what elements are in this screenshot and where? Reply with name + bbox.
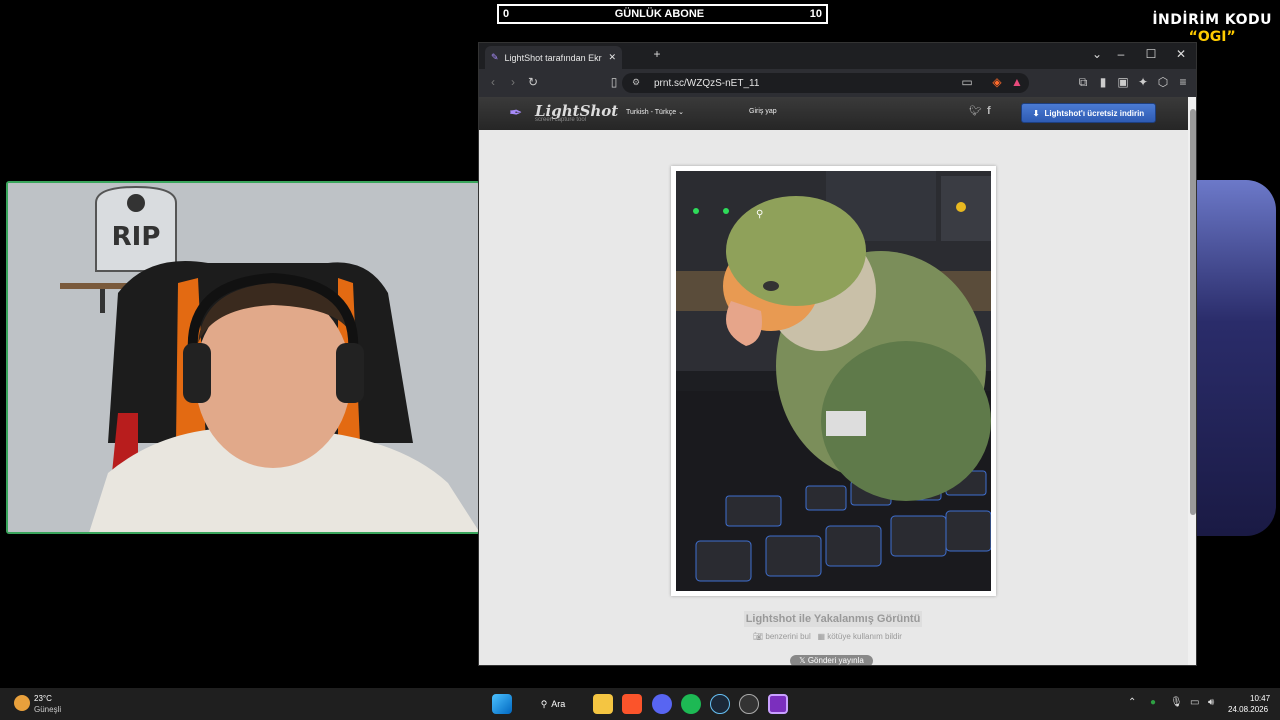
maximize-icon[interactable]: ☐ bbox=[1141, 47, 1161, 61]
webcam-scene: RIP bbox=[8, 183, 478, 532]
report-abuse-link[interactable]: kötüye kullanım bildir bbox=[827, 632, 902, 641]
download-icon: ⬇ bbox=[1032, 108, 1040, 118]
scrollbar-thumb[interactable] bbox=[1190, 109, 1196, 515]
cast-icon[interactable]: ▭ bbox=[959, 75, 975, 89]
sidebar-icon[interactable]: ▮ bbox=[1095, 75, 1111, 89]
leo-ai-icon[interactable]: ✦ bbox=[1135, 75, 1151, 89]
tab-list-chevron-icon[interactable]: ⌄ bbox=[1087, 47, 1107, 61]
vpn-icon[interactable]: ⬡ bbox=[1155, 75, 1171, 89]
weather-temperature[interactable]: 23°C bbox=[34, 694, 52, 703]
spotify-icon[interactable] bbox=[681, 694, 701, 714]
download-button-label: Lightshot'ı ücretsiz indirin bbox=[1044, 108, 1145, 118]
browser-window: ✎ LightShot tarafından Ekran Görü ✕ + ⌄ … bbox=[478, 42, 1197, 666]
promo-code-overlay: İNDİRİM KODU “OGI” bbox=[1152, 12, 1272, 46]
twitter-icon[interactable]: 🐦︎ bbox=[969, 106, 982, 117]
sub-count-goal: 10 bbox=[809, 8, 822, 20]
volume-icon[interactable]: 🔊︎ bbox=[1208, 697, 1214, 708]
network-icon[interactable]: ▭ bbox=[1190, 697, 1199, 708]
clock-date[interactable]: 24.08.2026 bbox=[1228, 705, 1268, 714]
tray-overflow-icon[interactable]: ⌃ bbox=[1128, 697, 1136, 708]
tab-title: LightShot tarafından Ekran Görü bbox=[504, 52, 603, 63]
parrot-on-keyboard-image bbox=[676, 171, 991, 591]
weather-description[interactable]: Güneşli bbox=[34, 705, 61, 714]
search-button[interactable]: ⚲ Ara bbox=[528, 694, 578, 714]
download-button[interactable]: ⬇ Lightshot'ı ücretsiz indirin bbox=[1021, 103, 1156, 123]
app-launcher-icon[interactable] bbox=[768, 694, 788, 714]
tweet-button-label: Gönderi yayınla bbox=[807, 656, 864, 665]
weather-icon[interactable] bbox=[14, 695, 30, 711]
brave-rewards-icon[interactable]: ▲ bbox=[1009, 75, 1025, 89]
file-explorer-icon[interactable] bbox=[593, 694, 613, 714]
reload-icon[interactable]: ↻ bbox=[525, 75, 541, 89]
obs-icon[interactable] bbox=[739, 694, 759, 714]
extensions-icon[interactable]: ⧉ bbox=[1075, 75, 1091, 90]
minimize-icon[interactable]: – bbox=[1111, 47, 1131, 61]
forward-icon[interactable]: › bbox=[505, 75, 521, 89]
tab-close-icon[interactable]: ✕ bbox=[608, 52, 616, 63]
address-toolbar: ‹ › ↻ ▯ ⚙ prnt.sc/WZQzS-nET_11 ▭ ◈ ▲ ⧉ ▮… bbox=[479, 69, 1196, 97]
language-label: Turkish - Türkçe bbox=[626, 109, 677, 116]
lightshot-tagline: screen capture tool bbox=[535, 117, 587, 123]
sub-goal-title: GÜNLÜK ABONE bbox=[614, 8, 705, 20]
lightshot-content: ⚲ Lightshot ile Yakalanmış Görüntü 📷︎ be… bbox=[479, 130, 1188, 665]
tab-bar: ✎ LightShot tarafından Ekran Görü ✕ + ⌄ … bbox=[479, 43, 1196, 69]
secondary-camera-feed bbox=[1196, 180, 1276, 536]
tab-lightshot[interactable]: ✎ LightShot tarafından Ekran Görü ✕ bbox=[485, 46, 622, 69]
find-similar-link[interactable]: benzerini bul bbox=[765, 632, 810, 641]
close-window-icon[interactable]: ✕ bbox=[1171, 47, 1191, 61]
login-link[interactable]: Giriş yap bbox=[749, 108, 777, 115]
start-icon[interactable] bbox=[492, 694, 512, 714]
back-icon[interactable]: ‹ bbox=[485, 75, 501, 89]
microphone-icon[interactable]: 🎙︎ bbox=[1170, 697, 1183, 708]
bookmark-icon[interactable]: ▯ bbox=[606, 75, 622, 89]
image-caption: Lightshot ile Yakalanmış Görüntü bbox=[744, 611, 922, 627]
language-select[interactable]: Turkish - Türkçe ⌄ bbox=[626, 108, 684, 116]
brave-shields-icon[interactable]: ◈ bbox=[989, 75, 1005, 89]
lightshot-feather-icon: ✒ bbox=[509, 105, 523, 122]
facebook-icon[interactable]: f bbox=[987, 105, 991, 117]
windows-taskbar: 23°C Güneşli ⚲ Ara ⌃ ● 🎙︎ ▭ 🔊︎ 10:47 24.… bbox=[0, 688, 1280, 720]
wallet-icon[interactable]: ▣ bbox=[1115, 75, 1131, 89]
search-label: Ara bbox=[551, 699, 566, 709]
chevron-down-icon: ⌄ bbox=[678, 109, 685, 116]
report-icon: ▦ bbox=[817, 632, 825, 641]
site-settings-icon[interactable]: ⚙ bbox=[632, 77, 640, 88]
menu-icon[interactable]: ≡ bbox=[1175, 75, 1191, 89]
brave-browser-icon[interactable] bbox=[622, 694, 642, 714]
screenshot-image[interactable]: ⚲ bbox=[676, 171, 991, 591]
tweet-button[interactable]: 𝕏 Gönderi yayınla bbox=[790, 655, 873, 665]
clock-time[interactable]: 10:47 bbox=[1250, 694, 1270, 703]
camera-icon: 📷︎ bbox=[753, 632, 764, 641]
page-scrollbar[interactable] bbox=[1188, 97, 1196, 665]
lightshot-header: ✒ LightShot screen capture tool Turkish … bbox=[479, 97, 1188, 130]
promo-title: İNDİRİM KODU bbox=[1152, 12, 1272, 28]
screenshot-frame: ⚲ bbox=[671, 166, 996, 596]
zoom-cursor-icon: ⚲ bbox=[756, 209, 764, 220]
sub-count-start: 0 bbox=[503, 8, 510, 20]
x-icon: 𝕏 bbox=[799, 656, 806, 665]
svg-text:RIP: RIP bbox=[112, 222, 161, 252]
caption-links: 📷︎ benzerini bul ▦ kötüye kullanım bildi… bbox=[753, 632, 902, 641]
url-text: prnt.sc/WZQzS-nET_11 bbox=[654, 77, 760, 89]
webcam-feed: RIP bbox=[6, 181, 480, 534]
daily-subscriber-bar: 0 GÜNLÜK ABONE 10 bbox=[497, 4, 828, 24]
search-icon: ⚲ bbox=[540, 698, 548, 709]
lightshot-favicon-icon: ✎ bbox=[491, 52, 499, 62]
tray-status-icon[interactable]: ● bbox=[1150, 697, 1156, 708]
steam-icon[interactable] bbox=[710, 694, 730, 714]
discord-icon[interactable] bbox=[652, 694, 672, 714]
new-tab-icon[interactable]: + bbox=[647, 47, 667, 61]
